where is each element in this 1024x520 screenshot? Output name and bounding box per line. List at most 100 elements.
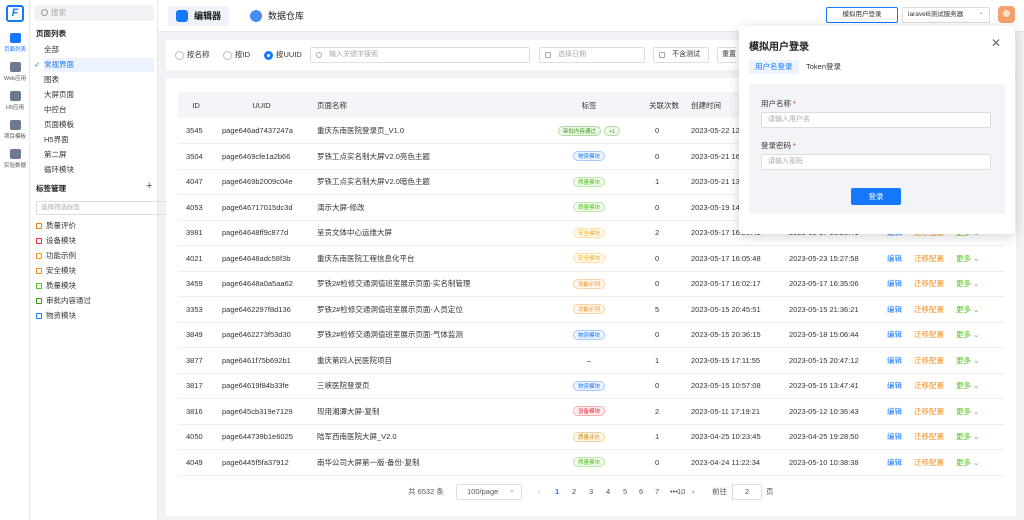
migrate-config-link[interactable]: 迁移配置 bbox=[914, 458, 944, 467]
edit-link[interactable]: 编辑 bbox=[887, 407, 902, 416]
tab-data-warehouse[interactable]: 数据仓库 bbox=[242, 6, 312, 26]
tag-badge: 安全模块 bbox=[572, 253, 605, 264]
radio-by-id[interactable]: 按ID bbox=[223, 49, 250, 61]
migrate-config-link[interactable]: 迁移配置 bbox=[914, 381, 944, 390]
page-number[interactable]: 5 bbox=[623, 484, 627, 500]
login-button[interactable]: 登录 bbox=[851, 188, 901, 205]
tag-filter-select[interactable]: 选择筛选标签 bbox=[36, 201, 182, 215]
edit-link[interactable]: 编辑 bbox=[887, 330, 902, 339]
prev-page-icon[interactable]: ‹ bbox=[538, 484, 541, 500]
cell-count: 0 bbox=[641, 245, 683, 272]
cell-count: 0 bbox=[641, 449, 683, 476]
edit-link[interactable]: 编辑 bbox=[887, 458, 902, 467]
add-tag-icon[interactable]: + bbox=[146, 180, 152, 192]
edit-link[interactable]: 编辑 bbox=[887, 254, 902, 263]
app-logo[interactable]: F bbox=[6, 5, 24, 22]
tab-username-login[interactable]: 用户名登录 bbox=[749, 60, 799, 74]
tag-list-item[interactable]: 物资模块3 bbox=[36, 309, 178, 323]
migrate-config-link[interactable]: 迁移配置 bbox=[914, 254, 944, 263]
cell-tag: 设备模块 bbox=[537, 398, 641, 425]
cell-count: 1 bbox=[641, 169, 683, 195]
page-list-item[interactable]: 页面模板 bbox=[44, 118, 154, 132]
more-dropdown[interactable]: 更多 ⌄ bbox=[956, 458, 979, 467]
migrate-config-link[interactable]: 迁移配置 bbox=[914, 356, 944, 365]
tab-editor[interactable]: 编辑器 bbox=[168, 6, 230, 26]
radio-by-name[interactable]: 按名称 bbox=[175, 49, 210, 61]
rail-item-4[interactable]: 实验数据 bbox=[0, 149, 30, 169]
edit-link[interactable]: 编辑 bbox=[887, 279, 902, 288]
page-list-item[interactable]: H5界面 bbox=[44, 133, 154, 147]
cell-id: 3981 bbox=[178, 220, 214, 246]
more-dropdown[interactable]: 更多 ⌄ bbox=[956, 254, 979, 263]
tag-badge: 功能示列 bbox=[572, 278, 605, 289]
date-picker[interactable]: 选择日期 bbox=[539, 47, 645, 63]
next-page-icon[interactable]: › bbox=[692, 484, 695, 500]
page-size-select[interactable]: 100/page ⌄ bbox=[456, 484, 522, 500]
tag-list-item[interactable]: 功能示例2 bbox=[36, 249, 178, 263]
more-dropdown[interactable]: 更多 ⌄ bbox=[956, 356, 979, 365]
migrate-config-link[interactable]: 迁移配置 bbox=[914, 330, 944, 339]
no-test-checkbox[interactable]: 不含测试 bbox=[653, 47, 709, 63]
avatar[interactable] bbox=[998, 6, 1015, 23]
edit-link[interactable]: 编辑 bbox=[887, 432, 902, 441]
edit-link[interactable]: 编辑 bbox=[887, 356, 902, 365]
cell-tag: 质量模块 bbox=[537, 169, 641, 195]
more-dropdown[interactable]: 更多 ⌄ bbox=[956, 330, 979, 339]
tag-list-item[interactable]: 质量评价1 bbox=[36, 219, 178, 233]
tag-name: 质量模块 bbox=[46, 281, 76, 290]
page-list-item[interactable]: 中控台 bbox=[44, 103, 154, 117]
tag-list-item[interactable]: 质量模块3 bbox=[36, 279, 178, 293]
page-list-item[interactable]: 第二屏 bbox=[44, 148, 154, 162]
migrate-config-link[interactable]: 迁移配置 bbox=[914, 432, 944, 441]
rail-item-2[interactable]: H5应用 bbox=[0, 91, 30, 111]
cell-actions: 编辑 迁移配置 更多 ⌄ bbox=[879, 347, 1004, 374]
more-dropdown[interactable]: 更多 ⌄ bbox=[956, 432, 979, 441]
more-dropdown[interactable]: 更多 ⌄ bbox=[956, 381, 979, 390]
page-list-item[interactable]: 全部 bbox=[44, 43, 154, 57]
tag-list-item[interactable]: 安全模块2 bbox=[36, 264, 178, 278]
username-field[interactable]: 请输入用户名 bbox=[761, 112, 991, 128]
close-icon[interactable]: ✕ bbox=[991, 36, 1001, 50]
edit-link[interactable]: 编辑 bbox=[887, 381, 902, 390]
rail-item-label: 页面列表 bbox=[3, 47, 26, 53]
keyword-search-input[interactable]: 输入关键字搜索 bbox=[310, 47, 530, 63]
sidebar-search-input[interactable]: 搜索 bbox=[34, 5, 154, 21]
tag-list-item[interactable]: 审批内容通过1 bbox=[36, 294, 178, 308]
cell-uuid: page6469b2009c04e bbox=[214, 169, 309, 195]
server-select[interactable]: laravel8测试服务器 bbox=[902, 6, 990, 23]
tag-list-item[interactable]: 设备模块1 bbox=[36, 234, 178, 248]
cell-created: 2023-05-17 16:02:17 bbox=[683, 271, 781, 297]
tab-token-login[interactable]: Token登录 bbox=[800, 60, 847, 74]
migrate-config-link[interactable]: 迁移配置 bbox=[914, 305, 944, 314]
calendar-icon bbox=[545, 52, 551, 58]
more-dropdown[interactable]: 更多 ⌄ bbox=[956, 279, 979, 288]
migrate-config-link[interactable]: 迁移配置 bbox=[914, 407, 944, 416]
cell-updated: 2023-05-12 10:36:43 bbox=[781, 398, 879, 425]
page-number[interactable]: 6 bbox=[639, 484, 643, 500]
goto-label: 前往 bbox=[712, 487, 727, 496]
page-number[interactable]: 3 bbox=[589, 484, 593, 500]
page-list-item[interactable]: 常规界面 bbox=[34, 58, 154, 72]
rail-item-1[interactable]: Web应用 bbox=[0, 62, 30, 82]
sidebar: 搜索 页面列表 全部常规界面图表大屏页面中控台页面模板H5界面第二屏循环模块 标… bbox=[30, 0, 182, 520]
goto-page-input[interactable]: 2 bbox=[732, 484, 762, 500]
page-list-item[interactable]: 循环模块 bbox=[44, 163, 154, 177]
page-number[interactable]: 4 bbox=[606, 484, 610, 500]
page-list-item[interactable]: 图表 bbox=[44, 73, 154, 87]
simulate-login-button[interactable]: 模拟用户登录 bbox=[826, 7, 898, 23]
reset-button[interactable]: 重置 bbox=[717, 47, 737, 63]
password-field[interactable]: 请输入密码 bbox=[761, 154, 991, 170]
page-list-item[interactable]: 大屏页面 bbox=[44, 88, 154, 102]
migrate-config-link[interactable]: 迁移配置 bbox=[914, 279, 944, 288]
more-dropdown[interactable]: 更多 ⌄ bbox=[956, 305, 979, 314]
edit-link[interactable]: 编辑 bbox=[887, 305, 902, 314]
more-dropdown[interactable]: 更多 ⌄ bbox=[956, 407, 979, 416]
rail-item-0[interactable]: 页面列表 bbox=[0, 33, 30, 53]
page-number[interactable]: 1 bbox=[555, 484, 559, 500]
page-number[interactable]: 10 bbox=[677, 484, 685, 500]
radio-by-uuid[interactable]: 按UUID bbox=[264, 49, 302, 61]
rail-item-label: 项目模板 bbox=[3, 134, 26, 140]
page-number[interactable]: 2 bbox=[572, 484, 576, 500]
page-number[interactable]: 7 bbox=[655, 484, 659, 500]
rail-item-3[interactable]: 项目模板 bbox=[0, 120, 30, 140]
